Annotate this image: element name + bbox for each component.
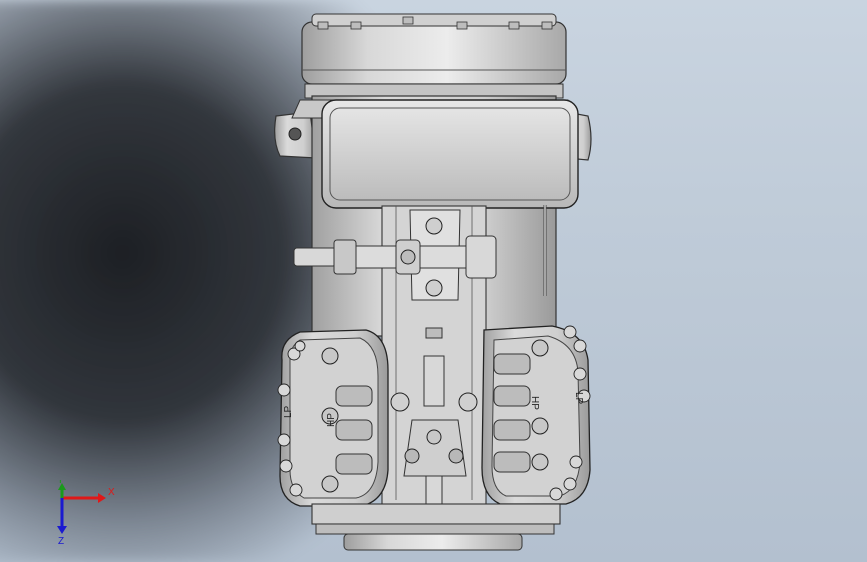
left-mount-ear[interactable] xyxy=(274,111,317,159)
x-axis-label: X xyxy=(108,487,115,498)
base-plate[interactable] xyxy=(311,503,561,551)
graphics-viewport[interactable]: LP HP HP LP X Y Z xyxy=(0,0,867,562)
right-cylinder-head[interactable] xyxy=(481,325,591,505)
top-cap[interactable] xyxy=(301,13,567,99)
right-lp-label: LP xyxy=(573,392,584,405)
compressor-model[interactable]: LP HP HP LP xyxy=(0,0,867,562)
reference-triad: X Y Z xyxy=(57,480,115,547)
left-hp-label: HP xyxy=(326,413,337,427)
x-axis-head xyxy=(98,493,106,503)
right-hp-label: HP xyxy=(529,396,540,410)
y-axis-label: Y xyxy=(57,480,64,486)
left-lp-label: LP xyxy=(283,405,294,418)
terminal-box[interactable] xyxy=(321,99,579,209)
z-axis-head xyxy=(57,526,67,534)
z-axis-label: Z xyxy=(58,536,64,547)
